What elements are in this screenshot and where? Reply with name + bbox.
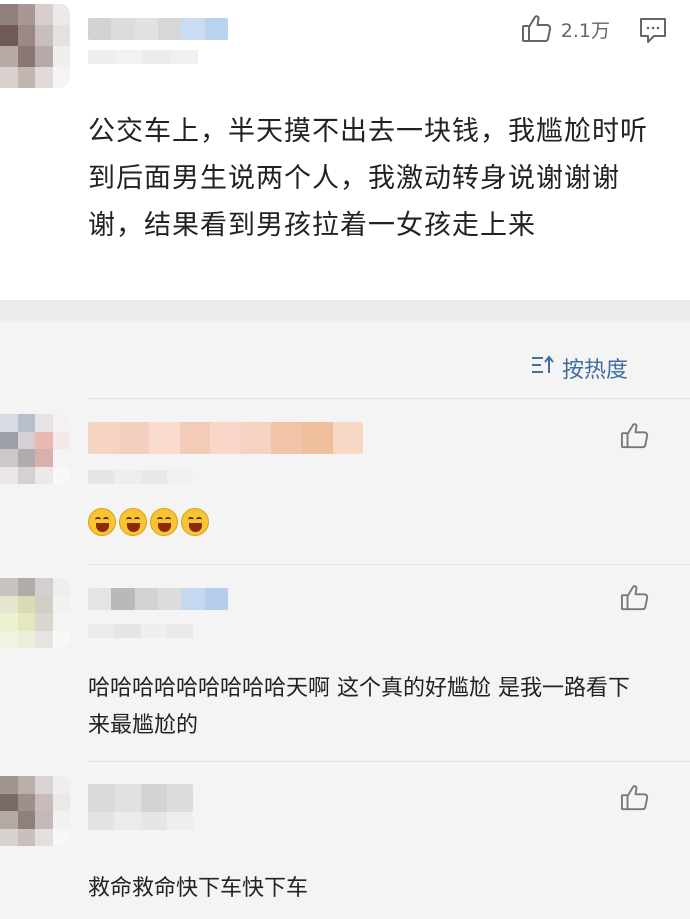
sort-icon bbox=[530, 354, 556, 382]
main-post: 2.1万 公交车上，半天摸不出去一块钱，我尴尬时听到后面男生说两个人，我激动转身… bbox=[0, 0, 690, 300]
post-like-count: 2.1万 bbox=[560, 19, 610, 42]
post-like-button[interactable]: 2.1万 bbox=[521, 14, 610, 44]
commenter-name-blurred[interactable] bbox=[88, 784, 193, 812]
comment-meta-blurred bbox=[88, 470, 193, 484]
laughing-emoji-icon bbox=[119, 508, 147, 536]
section-divider bbox=[0, 300, 690, 322]
comment-icon[interactable] bbox=[638, 16, 668, 48]
commenter-avatar[interactable] bbox=[0, 578, 70, 648]
sort-by-hot-button[interactable]: 按热度 bbox=[530, 352, 628, 384]
commenter-avatar[interactable] bbox=[0, 776, 70, 846]
comment-item: 救命救命快下车快下车 bbox=[0, 776, 690, 916]
comment-meta-blurred bbox=[88, 624, 193, 638]
comment-divider bbox=[88, 398, 690, 399]
sort-label: 按热度 bbox=[561, 358, 628, 383]
comment-divider bbox=[88, 564, 690, 565]
comment-text: 哈哈哈哈哈哈哈哈哈天啊 这个真的好尴尬 是我一路看下来最尴尬的 bbox=[88, 676, 630, 738]
thumbs-up-icon bbox=[620, 784, 650, 812]
laughing-emoji-icon bbox=[181, 508, 209, 536]
comment-like-button[interactable] bbox=[620, 422, 650, 450]
thumbs-up-icon bbox=[521, 14, 553, 44]
thumbs-up-icon bbox=[620, 422, 650, 450]
comment-item: 哈哈哈哈哈哈哈哈哈天啊 这个真的好尴尬 是我一路看下来最尴尬的 bbox=[0, 578, 690, 758]
post-author-name-blurred[interactable] bbox=[88, 18, 228, 40]
laughing-emoji-icon bbox=[150, 508, 178, 536]
comment-divider bbox=[88, 761, 690, 762]
comment-item bbox=[0, 414, 690, 564]
commenter-name-blurred[interactable] bbox=[88, 422, 363, 454]
comment-like-button[interactable] bbox=[620, 784, 650, 812]
commenter-name-blurred[interactable] bbox=[88, 588, 228, 610]
commenter-avatar[interactable] bbox=[0, 414, 70, 484]
thumbs-up-icon bbox=[620, 584, 650, 612]
post-author-meta-blurred bbox=[88, 50, 198, 64]
laughing-emoji-icon bbox=[88, 508, 116, 536]
comment-meta-blurred bbox=[88, 812, 193, 830]
post-body-text: 公交车上，半天摸不出去一块钱，我尴尬时听到后面男生说两个人，我激动转身说谢谢谢谢… bbox=[88, 116, 648, 241]
comment-like-button[interactable] bbox=[620, 584, 650, 612]
comment-text: 救命救命快下车快下车 bbox=[88, 876, 309, 901]
post-author-avatar[interactable] bbox=[0, 4, 70, 88]
comment-emoji-row bbox=[88, 508, 209, 536]
